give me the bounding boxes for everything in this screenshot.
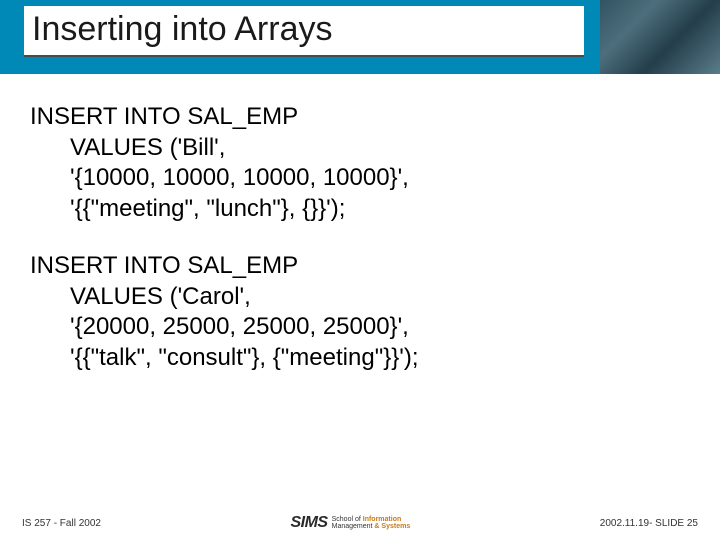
footer-logo-block: SIMS School of Information Management & … [290, 514, 410, 532]
sims-logo: SIMS [290, 514, 327, 532]
code-line: '{{"meeting", "lunch"}, {}}'); [30, 194, 690, 225]
slide-title: Inserting into Arrays [32, 10, 570, 49]
code-line: '{{"talk", "consult"}, {"meeting"}}'); [30, 343, 690, 374]
code-line: INSERT INTO SAL_EMP [30, 251, 690, 282]
footer-left: IS 257 - Fall 2002 [22, 518, 101, 529]
code-block-1: INSERT INTO SAL_EMP VALUES ('Bill', '{10… [30, 102, 690, 225]
code-line: VALUES ('Carol', [30, 282, 690, 313]
code-line: VALUES ('Bill', [30, 133, 690, 164]
code-line: INSERT INTO SAL_EMP [30, 102, 690, 133]
slide-content: INSERT INTO SAL_EMP VALUES ('Bill', '{10… [0, 74, 720, 374]
footer-right: 2002.11.19- SLIDE 25 [600, 518, 698, 529]
code-line: '{20000, 25000, 25000, 25000}', [30, 312, 690, 343]
header-bar: Inserting into Arrays [0, 0, 720, 74]
sims-subtext: School of Information Management & Syste… [332, 516, 411, 530]
code-line: '{10000, 10000, 10000, 10000}', [30, 163, 690, 194]
title-wrap: Inserting into Arrays [24, 6, 584, 57]
code-block-2: INSERT INTO SAL_EMP VALUES ('Carol', '{2… [30, 251, 690, 374]
header-decorative-image [600, 0, 720, 74]
footer: IS 257 - Fall 2002 SIMS School of Inform… [0, 514, 720, 532]
